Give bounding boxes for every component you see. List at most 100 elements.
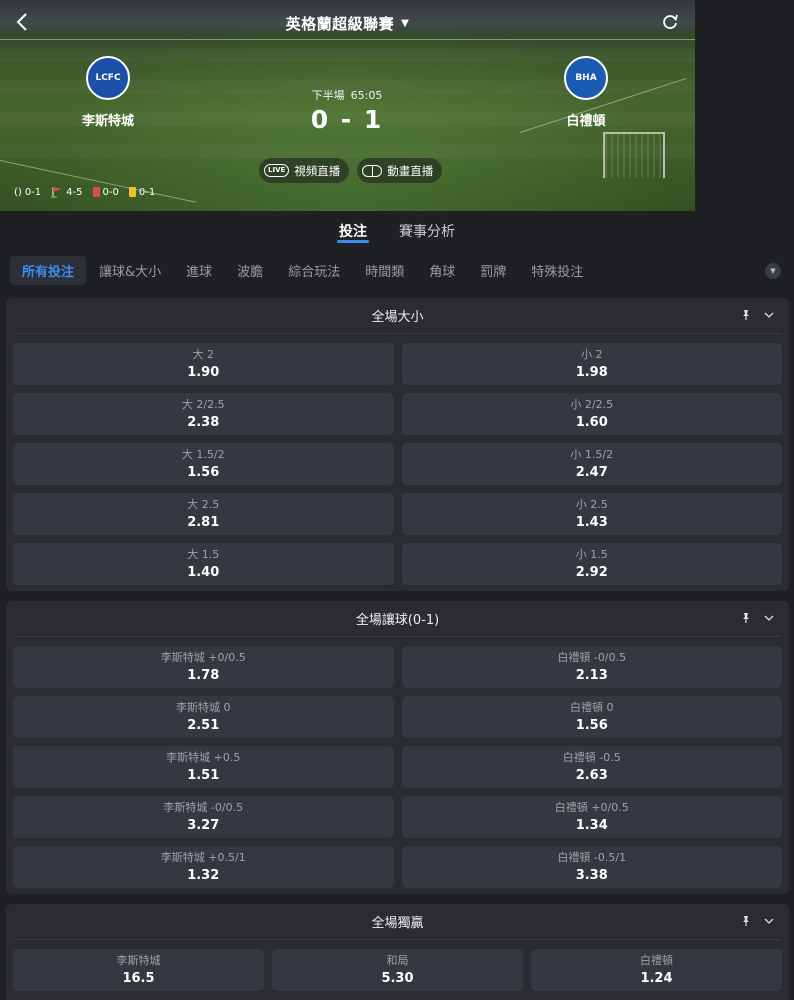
odds-value: 1.43 bbox=[575, 515, 608, 530]
tab-betting[interactable]: 投注 bbox=[337, 213, 369, 249]
red-card-icon bbox=[92, 187, 100, 197]
market-handicap: 全場讓球(0-1) 李斯特城 +0/0.5 1.78 白禮頓 -0/0.5 2.13… bbox=[6, 601, 789, 894]
market-total-goals: 全場大小 大 2 1.90 小 2 1.98 大 2/2.5 2.38 小 2/2.5… bbox=[6, 298, 789, 591]
home-team-crest: LCFC bbox=[86, 56, 130, 100]
yellow-card-stat: 0-1 bbox=[128, 187, 155, 198]
hero-top-bar: 英格蘭超級聯賽 ▼ bbox=[0, 0, 695, 44]
refresh-icon[interactable] bbox=[661, 13, 679, 31]
penalty-value: 0-1 bbox=[24, 186, 42, 198]
odds-button[interactable]: 白禮頓 -0.5/1 3.38 bbox=[401, 846, 782, 888]
odds-grid: 李斯特城 16.5 和局 5.30 白禮頓 1.24 bbox=[6, 940, 789, 997]
odds-value: 1.34 bbox=[575, 818, 608, 833]
subtab-handicap-total[interactable]: 讓球&大小 bbox=[87, 256, 173, 285]
home-team-name: 李斯特城 bbox=[81, 114, 134, 129]
odds-label: 大 1.5/2 bbox=[181, 448, 225, 461]
odds-button[interactable]: 白禮頓 -0.5 2.63 bbox=[401, 746, 782, 788]
odds-value: 5.30 bbox=[381, 971, 414, 986]
away-crest-text: BHA bbox=[575, 73, 597, 83]
odds-button[interactable]: 大 2/2.5 2.38 bbox=[13, 393, 394, 435]
market-header[interactable]: 全場讓球(0-1) bbox=[14, 601, 781, 637]
home-crest-text: LCFC bbox=[95, 73, 121, 83]
odds-button[interactable]: 和局 5.30 bbox=[272, 949, 523, 991]
subtab-goals[interactable]: 進球 bbox=[174, 256, 224, 285]
odds-button[interactable]: 小 1.5 2.92 bbox=[401, 543, 782, 585]
odds-label: 大 2.5 bbox=[187, 498, 220, 511]
odds-button[interactable]: 小 2.5 1.43 bbox=[401, 493, 782, 535]
odds-value: 1.56 bbox=[187, 465, 220, 480]
away-team-name: 白禮頓 bbox=[566, 114, 606, 129]
odds-button[interactable]: 小 2 1.98 bbox=[401, 343, 782, 385]
odds-button[interactable]: 白禮頓 -0/0.5 2.13 bbox=[401, 646, 782, 688]
market-title: 全場獨贏 bbox=[371, 916, 424, 931]
match-hero-banner: 英格蘭超級聯賽 ▼ LCFC 李斯特城 下半場 65:05 0 - 1 BHA 白… bbox=[0, 0, 695, 211]
caret-down-icon: ▼ bbox=[401, 18, 410, 29]
subtab-time[interactable]: 時間類 bbox=[353, 256, 416, 285]
odds-value: 16.5 bbox=[122, 971, 155, 986]
away-team-crest: BHA bbox=[564, 56, 608, 100]
match-phase: 下半場 65:05 bbox=[297, 87, 397, 103]
odds-button[interactable]: 李斯特城 0 2.51 bbox=[13, 696, 394, 738]
odds-value: 1.24 bbox=[640, 971, 673, 986]
odds-button[interactable]: 小 2/2.5 1.60 bbox=[401, 393, 782, 435]
expand-tabs-icon[interactable]: ▼ bbox=[765, 263, 781, 279]
odds-button[interactable]: 大 1.5 1.40 bbox=[13, 543, 394, 585]
odds-value: 2.63 bbox=[575, 768, 608, 783]
odds-label: 李斯特城 +0.5/1 bbox=[160, 851, 246, 864]
subtab-cards[interactable]: 罰牌 bbox=[468, 256, 518, 285]
pin-icon[interactable] bbox=[740, 915, 752, 927]
odds-grid: 李斯特城 +0/0.5 1.78 白禮頓 -0/0.5 2.13 李斯特城 0 2.5… bbox=[6, 637, 789, 894]
odds-button[interactable]: 李斯特城 +0/0.5 1.78 bbox=[13, 646, 394, 688]
video-live-label: 視頻直播 bbox=[294, 163, 341, 178]
odds-button[interactable]: 李斯特城 16.5 bbox=[13, 949, 264, 991]
chevron-down-icon[interactable] bbox=[763, 612, 775, 624]
match-score: 0 - 1 bbox=[310, 105, 384, 134]
match-half: 下半場 bbox=[311, 89, 345, 102]
subtab-all[interactable]: 所有投注 bbox=[10, 255, 87, 285]
odds-label: 小 1.5/2 bbox=[570, 448, 614, 461]
odds-label: 李斯特城 -0/0.5 bbox=[163, 801, 244, 814]
chevron-down-icon[interactable] bbox=[763, 309, 775, 321]
subtab-special[interactable]: 特殊投注 bbox=[519, 256, 595, 285]
market-match-winner: 全場獨贏 李斯特城 16.5 和局 5.30 白禮頓 1.24 bbox=[6, 904, 789, 1000]
odds-label: 大 2/2.5 bbox=[181, 398, 225, 411]
live-stream-buttons: LIVE 視頻直播 動畫直播 bbox=[259, 158, 443, 183]
odds-value: 2.51 bbox=[187, 718, 220, 733]
odds-button[interactable]: 李斯特城 -0/0.5 3.27 bbox=[13, 796, 394, 838]
market-actions bbox=[740, 915, 775, 927]
odds-button[interactable]: 李斯特城 +0.5 1.51 bbox=[13, 746, 394, 788]
subtab-corners[interactable]: 角球 bbox=[417, 256, 467, 285]
tab-match-analysis[interactable]: 賽事分析 bbox=[399, 213, 455, 249]
odds-button[interactable]: 大 1.5/2 1.56 bbox=[13, 443, 394, 485]
market-title: 全場讓球(0-1) bbox=[355, 613, 440, 628]
corner-value: 4-5 bbox=[66, 186, 83, 198]
market-title: 全場大小 bbox=[371, 310, 424, 325]
pin-icon[interactable] bbox=[740, 612, 752, 624]
pitch-icon bbox=[362, 164, 383, 177]
odds-value: 1.78 bbox=[187, 668, 220, 683]
odds-button[interactable]: 大 2 1.90 bbox=[13, 343, 394, 385]
subtab-correct-score[interactable]: 波膽 bbox=[225, 256, 275, 285]
odds-button[interactable]: 白禮頓 +0/0.5 1.34 bbox=[401, 796, 782, 838]
odds-button[interactable]: 小 1.5/2 2.47 bbox=[401, 443, 782, 485]
market-header[interactable]: 全場大小 bbox=[14, 298, 781, 334]
away-team: BHA 白禮頓 bbox=[531, 56, 641, 129]
odds-button[interactable]: 李斯特城 +0.5/1 1.32 bbox=[13, 846, 394, 888]
league-name: 英格蘭超級聯賽 bbox=[285, 15, 395, 33]
odds-button[interactable]: 大 2.5 2.81 bbox=[13, 493, 394, 535]
subtab-combo[interactable]: 綜合玩法 bbox=[276, 256, 352, 285]
odds-value: 1.32 bbox=[187, 868, 220, 883]
odds-value: 1.40 bbox=[187, 565, 220, 580]
video-live-button[interactable]: LIVE 視頻直播 bbox=[259, 158, 350, 183]
odds-button[interactable]: 白禮頓 0 1.56 bbox=[401, 696, 782, 738]
red-card-value: 0-0 bbox=[102, 186, 119, 198]
animation-live-button[interactable]: 動畫直播 bbox=[357, 158, 443, 183]
odds-button[interactable]: 白禮頓 1.24 bbox=[531, 949, 782, 991]
market-header[interactable]: 全場獨贏 bbox=[14, 904, 781, 940]
live-badge-icon: LIVE bbox=[264, 164, 290, 177]
odds-label: 小 1.5 bbox=[575, 548, 608, 561]
odds-value: 2.13 bbox=[575, 668, 608, 683]
league-selector[interactable]: 英格蘭超級聯賽 ▼ bbox=[0, 13, 695, 34]
odds-label: 白禮頓 0 bbox=[570, 701, 614, 714]
chevron-down-icon[interactable] bbox=[763, 915, 775, 927]
pin-icon[interactable] bbox=[740, 309, 752, 321]
